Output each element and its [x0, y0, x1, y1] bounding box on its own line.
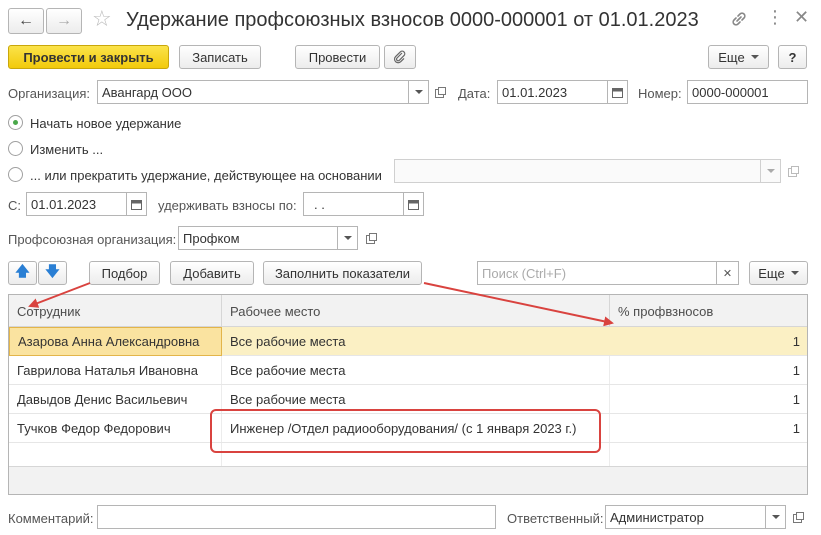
to-label: удерживать взносы по:	[158, 198, 297, 213]
basis-dropdown-button[interactable]	[761, 159, 781, 183]
fill-indicators-button[interactable]: Заполнить показатели	[263, 261, 422, 285]
calendar-icon	[408, 199, 419, 210]
radio-terminate[interactable]	[8, 167, 23, 182]
radio-terminate-label: ... или прекратить удержание, действующе…	[30, 168, 382, 183]
date-calendar-button[interactable]	[608, 80, 628, 104]
link-icon[interactable]	[730, 10, 748, 31]
arrow-right-icon: →	[56, 12, 72, 29]
arrow-up-icon: 🡅	[15, 263, 30, 279]
column-header-percent[interactable]: % профвзносов	[610, 295, 807, 327]
basis-document-field[interactable]	[394, 159, 761, 183]
percent-cell[interactable]: 1	[610, 356, 807, 385]
calendar-icon	[612, 87, 623, 98]
union-dropdown-button[interactable]	[338, 226, 358, 250]
more-button-label: Еще	[718, 49, 745, 65]
chevron-down-icon	[771, 515, 780, 519]
back-button[interactable]: ←	[8, 8, 44, 34]
open-icon	[787, 165, 799, 177]
employee-cell[interactable]: Давыдов Денис Васильевич	[9, 385, 222, 414]
table-footer	[9, 466, 807, 494]
percent-cell[interactable]: 1	[610, 385, 807, 414]
basis-open-button[interactable]	[783, 161, 803, 181]
employee-cell[interactable]: Гаврилова Наталья Ивановна	[9, 356, 222, 385]
union-field[interactable]: Профком	[178, 226, 338, 250]
table-search-input[interactable]: Поиск (Ctrl+F)	[477, 261, 717, 285]
more-button[interactable]: Еще	[708, 45, 769, 69]
radio-change-label: Изменить ...	[30, 142, 104, 157]
move-down-button[interactable]: 🡇	[38, 261, 67, 285]
chevron-down-icon	[750, 55, 759, 59]
search-placeholder: Поиск (Ctrl+F)	[482, 265, 567, 281]
table-more-button[interactable]: Еще	[749, 261, 808, 285]
from-date-field[interactable]: 01.01.2023	[26, 192, 127, 216]
responsible-label: Ответственный:	[507, 511, 604, 526]
close-icon[interactable]: ✕	[794, 8, 809, 26]
open-icon	[365, 232, 377, 244]
responsible-dropdown-button[interactable]	[766, 505, 786, 529]
highlight-box	[210, 409, 601, 453]
kebab-menu-icon[interactable]: ⋮	[766, 8, 784, 26]
responsible-open-button[interactable]	[788, 507, 808, 527]
comment-label: Комментарий:	[8, 511, 94, 526]
attach-button[interactable]	[384, 45, 416, 69]
arrow-left-icon: ←	[18, 12, 34, 29]
clear-icon: ✕	[722, 267, 733, 280]
from-date-calendar-button[interactable]	[127, 192, 147, 216]
chevron-down-icon	[766, 169, 775, 173]
organization-open-button[interactable]	[430, 82, 450, 102]
forward-button[interactable]: →	[46, 8, 82, 34]
employee-cell[interactable]: Тучков Федор Федорович	[9, 414, 222, 443]
date-field[interactable]: 01.01.2023	[497, 80, 608, 104]
radio-new-deduction-label: Начать новое удержание	[30, 116, 182, 131]
workplace-cell[interactable]: Все рабочие места	[222, 327, 610, 356]
column-header-employee[interactable]: Сотрудник	[9, 295, 222, 327]
chevron-down-icon	[414, 90, 423, 94]
radio-change[interactable]	[8, 141, 23, 156]
workplace-cell[interactable]: Все рабочие места	[222, 356, 610, 385]
organization-field[interactable]: Авангард ООО	[97, 80, 409, 104]
table-row[interactable]: Гаврилова Наталья Ивановна Все рабочие м…	[9, 356, 807, 385]
window-title: Удержание профсоюзных взносов 0000-00000…	[126, 9, 699, 31]
table-header: Сотрудник Рабочее место % профвзносов	[9, 295, 807, 327]
to-date-field[interactable]: . .	[303, 192, 404, 216]
organization-dropdown-button[interactable]	[409, 80, 429, 104]
open-icon	[434, 86, 446, 98]
calendar-icon	[131, 199, 142, 210]
number-field[interactable]: 0000-000001	[687, 80, 808, 104]
help-button[interactable]: ?	[778, 45, 807, 69]
chevron-down-icon	[790, 271, 799, 275]
paperclip-icon	[393, 50, 406, 64]
chevron-down-icon	[343, 236, 352, 240]
responsible-field[interactable]: Администратор	[605, 505, 766, 529]
table-more-label: Еще	[758, 265, 785, 281]
employee-cell[interactable]: Азарова Анна Александровна	[9, 327, 222, 356]
percent-cell[interactable]: 1	[610, 414, 807, 443]
employees-table[interactable]: Сотрудник Рабочее место % профвзносов Аз…	[8, 294, 808, 495]
number-label: Номер:	[638, 86, 682, 101]
comment-field[interactable]	[97, 505, 496, 529]
percent-cell[interactable]: 1	[610, 327, 807, 356]
table-row[interactable]: Азарова Анна Александровна Все рабочие м…	[9, 327, 807, 356]
arrow-down-icon: 🡇	[45, 263, 60, 279]
organization-label: Организация:	[8, 86, 91, 101]
open-icon	[792, 511, 804, 523]
to-date-calendar-button[interactable]	[404, 192, 424, 216]
post-and-close-button[interactable]: Провести и закрыть	[8, 45, 169, 69]
add-row-button[interactable]: Добавить	[170, 261, 254, 285]
radio-new-deduction[interactable]	[8, 115, 23, 130]
favorite-star-icon[interactable]: ☆	[92, 6, 112, 32]
pick-button[interactable]: Подбор	[89, 261, 160, 285]
move-up-button[interactable]: 🡅	[8, 261, 37, 285]
clear-search-button[interactable]: ✕	[717, 261, 739, 285]
union-open-button[interactable]	[361, 228, 381, 248]
from-label: С:	[8, 198, 21, 213]
column-header-workplace[interactable]: Рабочее место	[222, 295, 610, 327]
union-label: Профсоюзная организация:	[8, 232, 177, 247]
post-button[interactable]: Провести	[295, 45, 380, 69]
date-label: Дата:	[458, 86, 491, 101]
save-button[interactable]: Записать	[179, 45, 261, 69]
